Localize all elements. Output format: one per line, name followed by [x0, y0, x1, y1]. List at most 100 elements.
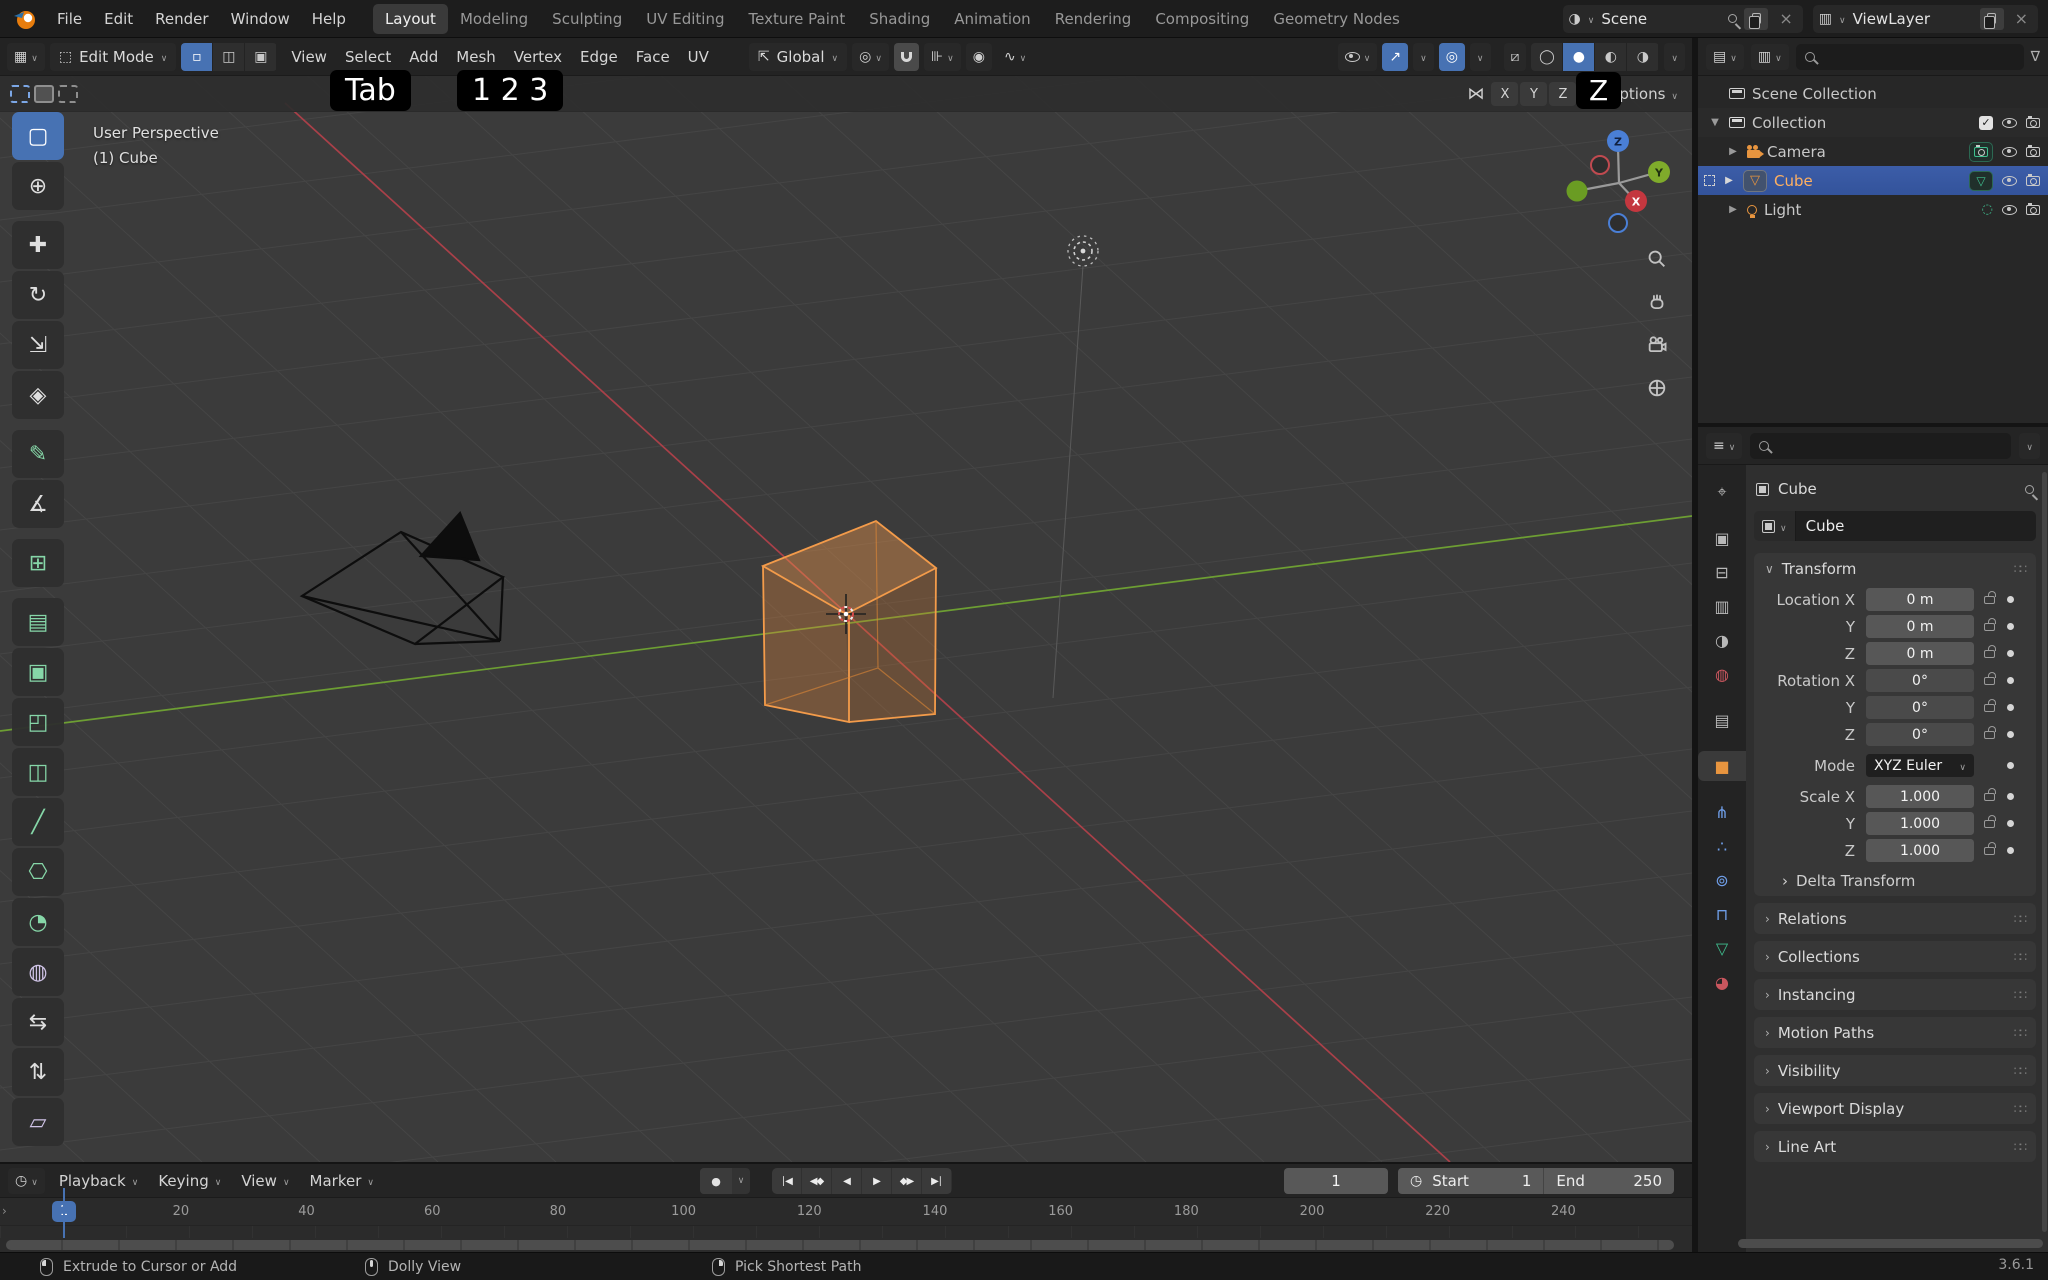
select-set-mode-button[interactable] — [10, 84, 30, 103]
outliner-search[interactable] — [1795, 43, 2024, 70]
shrink-fatten-tool[interactable]: ⇅ — [12, 1048, 64, 1096]
solid-shading-button[interactable]: ● — [1563, 42, 1595, 71]
keying-set-selector[interactable] — [732, 1168, 750, 1194]
camera-object[interactable] — [299, 510, 506, 646]
outliner-search-input[interactable] — [1822, 47, 2015, 66]
hide-eye-toggle[interactable] — [2002, 204, 2017, 215]
shading-settings-selector[interactable] — [1664, 42, 1685, 71]
hide-eye-toggle[interactable] — [2002, 146, 2017, 157]
workspace-tab[interactable]: Modeling — [448, 4, 540, 34]
hide-eye-toggle[interactable] — [2002, 175, 2017, 186]
viewport-menu-item[interactable]: UV — [679, 42, 718, 72]
transform-orientation-selector[interactable]: ⇱ Global — [748, 42, 848, 71]
expand-arrow-icon[interactable]: ▶ — [1726, 204, 1740, 215]
gizmo-negative-y-ball[interactable] — [1566, 180, 1588, 202]
topbar-menu-item[interactable]: Window — [220, 5, 301, 33]
mesh-data-icon[interactable]: ▽ — [1969, 170, 1993, 191]
render-properties-tab[interactable]: ▣ — [1702, 523, 1742, 553]
properties-search-input[interactable] — [1777, 436, 2003, 455]
timeline-ruler[interactable]: 20 40 60 80 100 120 140 160 180 200 220 … — [0, 1198, 1692, 1226]
vertex-select-mode-button[interactable]: ▫ — [181, 42, 213, 71]
measure-tool[interactable]: ∡ — [12, 480, 64, 528]
viewport-menu-item[interactable]: Vertex — [505, 42, 571, 72]
3d-viewport[interactable]: ▦ ⬚ Edit Mode ▫ ◫ ▣ View Sele — [0, 38, 1692, 1162]
play-reverse-button[interactable]: ◀ — [832, 1168, 861, 1194]
loop-cut-tool[interactable]: ◫ — [12, 748, 64, 796]
lock-icon[interactable] — [1984, 671, 1996, 685]
render-visibility-toggle[interactable] — [2026, 173, 2040, 186]
inset-faces-tool[interactable]: ▣ — [12, 648, 64, 696]
lock-icon[interactable] — [1984, 590, 1996, 604]
panel-header[interactable]: › Instancing ∷∷ — [1754, 979, 2036, 1010]
panel-drag-handle[interactable]: ∷∷ — [2014, 1026, 2027, 1040]
render-visibility-toggle[interactable] — [2026, 144, 2040, 157]
mode-selector[interactable]: ⬚ Edit Mode — [49, 42, 177, 71]
timeline-menu-item[interactable]: View — [231, 1167, 299, 1195]
mirror-axis-button[interactable]: X — [1491, 82, 1519, 106]
animate-dot[interactable] — [2007, 704, 2014, 711]
workspace-tab[interactable]: Shading — [857, 4, 942, 34]
cube-object[interactable] — [760, 519, 938, 724]
outliner-row-light[interactable]: ▶ Light ◌ — [1698, 195, 2048, 224]
previous-keyframe-button[interactable]: ◀◆ — [802, 1168, 831, 1194]
navigation-gizmo[interactable]: Z Y X — [1539, 103, 1692, 263]
lock-icon[interactable] — [1984, 644, 1996, 658]
object-name-field[interactable]: Cube — [1754, 511, 2036, 541]
jump-to-end-button[interactable]: ▶∣ — [922, 1168, 951, 1194]
next-keyframe-button[interactable]: ◆▶ — [892, 1168, 921, 1194]
select-box-tool[interactable]: ▢ — [12, 112, 64, 160]
end-frame-field[interactable]: End 250 — [1544, 1168, 1674, 1194]
number-field[interactable]: 0° — [1866, 723, 1974, 746]
timeline-scrollbar[interactable] — [6, 1240, 1674, 1250]
unlink-scene-button[interactable]: × — [1775, 9, 1796, 28]
panel-drag-handle[interactable]: ∷∷ — [2014, 988, 2027, 1002]
animate-dot[interactable] — [2007, 847, 2014, 854]
snap-toggle[interactable] — [893, 42, 919, 71]
filter-icon[interactable]: ∇ — [2031, 50, 2040, 64]
workspace-tab[interactable]: Texture Paint — [736, 4, 857, 34]
auto-keying-record-button[interactable]: ● — [700, 1168, 732, 1194]
spin-tool[interactable]: ◔ — [12, 898, 64, 946]
zoom-button[interactable] — [1642, 244, 1672, 274]
start-frame-field[interactable]: ◷ Start 1 — [1398, 1168, 1545, 1194]
show-overlays-toggle[interactable]: ◎ — [1438, 42, 1465, 71]
topbar-menu-item[interactable]: File — [46, 5, 93, 33]
current-frame-field[interactable]: 1 — [1284, 1168, 1388, 1194]
panel-drag-handle[interactable]: ∷∷ — [2014, 562, 2027, 576]
editor-type-selector[interactable]: ▦ — [7, 42, 45, 71]
panel-drag-handle[interactable]: ∷∷ — [2014, 1140, 2027, 1154]
timeline-menu-item[interactable]: Marker — [300, 1167, 384, 1195]
rotate-tool[interactable]: ↻ — [12, 271, 64, 319]
panel-header[interactable]: › Visibility ∷∷ — [1754, 1055, 2036, 1086]
proportional-editing-toggle[interactable]: ◉ — [965, 42, 992, 71]
viewport-menu-item[interactable]: Select — [336, 42, 400, 72]
pin-icon[interactable] — [1728, 14, 1738, 23]
panel-header[interactable]: › Line Art ∷∷ — [1754, 1131, 2036, 1162]
panel-header[interactable]: › Motion Paths ∷∷ — [1754, 1017, 2036, 1048]
lock-icon[interactable] — [1984, 841, 1996, 855]
properties-search[interactable] — [1750, 432, 2012, 459]
workspace-tab[interactable]: Compositing — [1143, 4, 1261, 34]
move-tool[interactable]: ✚ — [12, 221, 64, 269]
animate-dot[interactable] — [2007, 820, 2014, 827]
outliner-row-scene-collection[interactable]: Scene Collection — [1698, 79, 2048, 108]
panel-header[interactable]: › Collections ∷∷ — [1754, 941, 2036, 972]
output-properties-tab[interactable]: ⊟ — [1702, 557, 1742, 587]
panel-header[interactable]: › Relations ∷∷ — [1754, 903, 2036, 934]
select-subtract-mode-button[interactable] — [58, 84, 78, 103]
panel-drag-handle[interactable]: ∷∷ — [2014, 950, 2027, 964]
camera-view-button[interactable] — [1642, 330, 1672, 360]
pin-icon[interactable] — [2025, 484, 2034, 494]
expand-arrow-icon[interactable]: ▼ — [1708, 117, 1722, 128]
object-properties-tab[interactable]: ■ — [1698, 751, 1746, 781]
expand-arrow-icon[interactable]: ▶ — [1726, 146, 1740, 157]
outliner-editor-type-selector[interactable]: ▤ — [1706, 43, 1744, 70]
panel-drag-handle[interactable]: ∷∷ — [2014, 912, 2027, 926]
properties-vertical-scrollbar[interactable] — [2042, 472, 2047, 1232]
rotation-mode-selector[interactable]: XYZ Euler — [1866, 754, 1974, 777]
object-data-properties-tab[interactable]: ▽ — [1702, 933, 1742, 963]
animate-dot[interactable] — [2007, 762, 2014, 769]
animate-dot[interactable] — [2007, 677, 2014, 684]
panel-drag-handle[interactable]: ∷∷ — [2014, 1102, 2027, 1116]
number-field[interactable]: 0 m — [1866, 588, 1974, 611]
